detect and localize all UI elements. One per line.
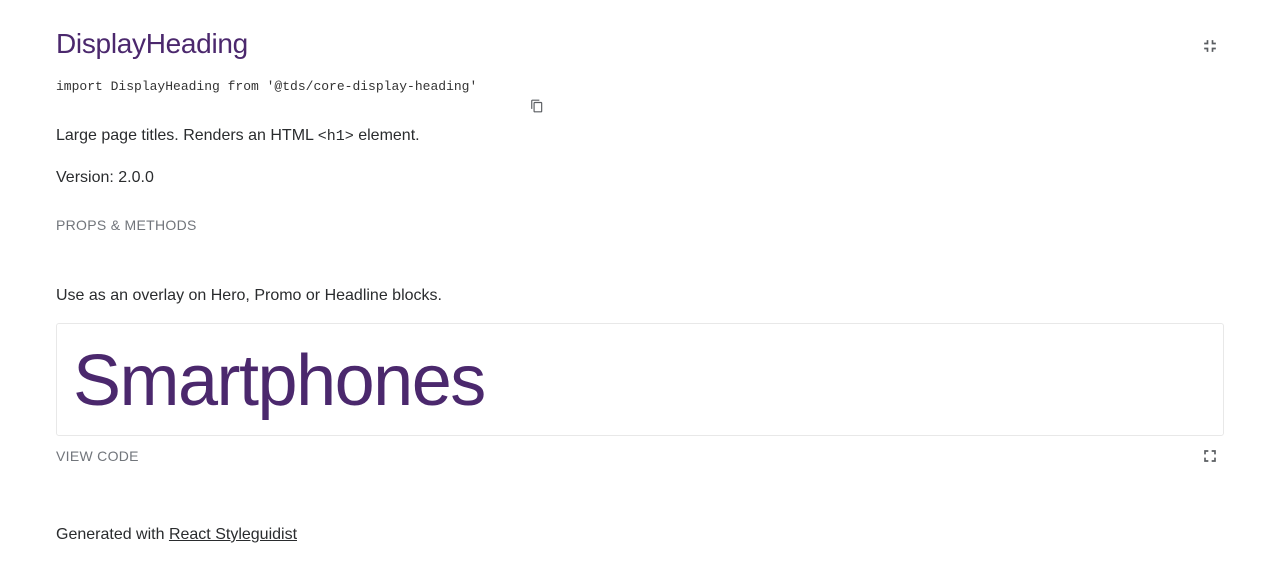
component-title[interactable]: DisplayHeading — [56, 26, 248, 62]
example-preview: Smartphones — [56, 323, 1224, 436]
component-description: Large page titles. Renders an HTML <h1> … — [56, 124, 420, 149]
view-code-button[interactable]: VIEW CODE — [56, 446, 139, 466]
description-code: <h1> — [317, 128, 354, 145]
description-suffix: element. — [353, 127, 420, 144]
footer: Generated with React Styleguidist — [56, 523, 297, 547]
import-statement: import DisplayHeading from '@tds/core-di… — [56, 78, 543, 113]
import-code: import DisplayHeading from '@tds/core-di… — [56, 79, 478, 94]
copy-icon[interactable] — [483, 81, 543, 113]
styleguidist-link[interactable]: React Styleguidist — [169, 526, 297, 543]
description-prefix: Large page titles. Renders an HTML — [56, 127, 318, 144]
props-methods-button[interactable]: PROPS & METHODS — [56, 215, 197, 235]
preview-display-heading: Smartphones — [73, 341, 486, 421]
component-version: Version: 2.0.0 — [56, 169, 154, 186]
collapse-icon[interactable] — [1200, 36, 1220, 56]
footer-prefix: Generated with — [56, 526, 169, 543]
fullscreen-icon[interactable] — [1200, 446, 1220, 466]
example-usage-text: Use as an overlay on Hero, Promo or Head… — [56, 287, 442, 304]
